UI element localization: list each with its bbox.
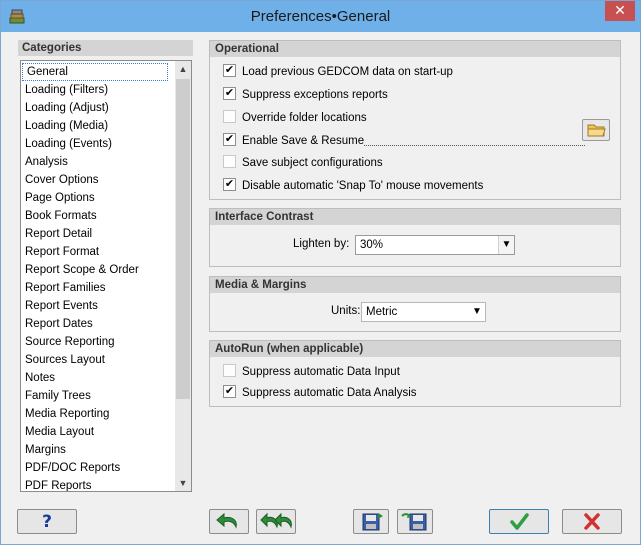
help-icon: ? <box>42 512 52 532</box>
lighten-by-label: Lighten by: <box>293 238 350 250</box>
category-item[interactable]: Page Options <box>21 189 176 207</box>
option-save-subject-config[interactable]: Save subject configurations <box>223 155 383 173</box>
browse-folder-button[interactable] <box>582 119 610 141</box>
media-margins-group: Media & Margins Units: Metric ▼ <box>209 276 621 332</box>
option-disable-snap-to[interactable]: ✔ Disable automatic 'Snap To' mouse movem… <box>223 178 483 196</box>
operational-header: Operational <box>210 41 620 57</box>
units-label: Units: <box>331 305 361 317</box>
units-select[interactable]: Metric ▼ <box>361 302 486 322</box>
categories-panel: Categories General Loading (Filters) Loa… <box>18 40 193 495</box>
option-suppress-data-input[interactable]: Suppress automatic Data Input <box>223 364 400 382</box>
category-item[interactable]: Report Dates <box>21 315 176 333</box>
undo-arrow-icon <box>216 512 237 529</box>
autorun-header: AutoRun (when applicable) <box>210 341 620 357</box>
checkbox-unchecked[interactable] <box>223 110 236 124</box>
categories-scrollbar[interactable]: ▲ ▼ <box>175 61 191 491</box>
dotted-leader <box>364 136 586 146</box>
category-item-general[interactable]: General <box>22 63 168 81</box>
chevron-down-icon[interactable]: ▼ <box>498 236 514 254</box>
cancel-button[interactable] <box>562 509 622 534</box>
undo-button[interactable] <box>209 509 249 534</box>
category-item[interactable]: Loading (Media) <box>21 117 176 135</box>
checkbox-checked[interactable]: ✔ <box>223 64 236 78</box>
category-item[interactable]: Margins <box>21 441 176 459</box>
category-item[interactable]: Loading (Filters) <box>21 81 176 99</box>
category-item[interactable]: Report Families <box>21 279 176 297</box>
checkbox-unchecked[interactable] <box>223 155 236 169</box>
units-value: Metric <box>366 306 398 318</box>
interface-contrast-group: Interface Contrast Lighten by: 30% ▼ <box>209 208 621 267</box>
category-item[interactable]: Book Formats <box>21 207 176 225</box>
lighten-by-value: 30% <box>360 239 384 251</box>
floppy-save-icon <box>362 513 383 531</box>
category-item[interactable]: Analysis <box>21 153 176 171</box>
category-item[interactable]: Report Detail <box>21 225 176 243</box>
category-item[interactable]: Cover Options <box>21 171 176 189</box>
ok-button[interactable] <box>489 509 549 534</box>
scroll-thumb[interactable] <box>176 79 190 399</box>
option-override-folders[interactable]: Override folder locations <box>223 110 367 128</box>
lighten-by-select[interactable]: 30% ▼ <box>355 235 515 255</box>
category-item[interactable]: Family Trees <box>21 387 176 405</box>
checkbox-checked[interactable]: ✔ <box>223 87 236 101</box>
checkbox-unchecked[interactable] <box>223 364 236 378</box>
preferences-window: Preferences•General ✕ Categories General… <box>0 0 641 545</box>
save-settings-button[interactable] <box>353 509 389 534</box>
option-suppress-exceptions[interactable]: ✔ Suppress exceptions reports <box>223 87 388 105</box>
chevron-down-icon[interactable]: ▼ <box>469 303 485 321</box>
window-title: Preferences•General <box>250 8 391 25</box>
checkbox-checked[interactable]: ✔ <box>223 385 236 399</box>
category-item[interactable]: PDF Reports <box>21 477 176 491</box>
help-button[interactable]: ? <box>17 509 77 534</box>
undo-all-button[interactable] <box>256 509 296 534</box>
option-load-gedcom[interactable]: ✔ Load previous GEDCOM data on start-up <box>223 64 453 82</box>
category-item[interactable]: PDF/DOC Reports <box>21 459 176 477</box>
interface-contrast-header: Interface Contrast <box>210 209 620 225</box>
folder-icon <box>587 124 606 137</box>
category-item[interactable]: Report Format <box>21 243 176 261</box>
category-item[interactable]: Media Reporting <box>21 405 176 423</box>
title-bar[interactable]: Preferences•General ✕ <box>1 1 640 32</box>
load-settings-button[interactable] <box>397 509 433 534</box>
checkbox-checked[interactable]: ✔ <box>223 178 236 192</box>
autorun-group: AutoRun (when applicable) Suppress autom… <box>209 340 621 407</box>
red-x-icon <box>584 513 600 530</box>
categories-header: Categories <box>18 40 193 56</box>
category-item[interactable]: Source Reporting <box>21 333 176 351</box>
category-item[interactable]: Notes <box>21 369 176 387</box>
operational-group: Operational ✔ Load previous GEDCOM data o… <box>209 40 621 200</box>
scroll-down-icon[interactable]: ▼ <box>175 475 191 491</box>
checkbox-checked[interactable]: ✔ <box>223 133 236 147</box>
media-margins-header: Media & Margins <box>210 277 620 293</box>
option-save-resume[interactable]: ✔ Enable Save & Resume <box>223 133 586 151</box>
category-item[interactable]: Loading (Adjust) <box>21 99 176 117</box>
undo-all-arrows-icon <box>260 512 292 529</box>
category-item[interactable]: Report Scope & Order <box>21 261 176 279</box>
close-button[interactable]: ✕ <box>605 1 635 21</box>
category-item[interactable]: Sources Layout <box>21 351 176 369</box>
category-item[interactable]: Media Layout <box>21 423 176 441</box>
checkmark-icon <box>510 513 529 530</box>
category-item[interactable]: Loading (Events) <box>21 135 176 153</box>
option-suppress-data-analysis[interactable]: ✔ Suppress automatic Data Analysis <box>223 385 417 403</box>
category-item[interactable]: Report Events <box>21 297 176 315</box>
scroll-up-icon[interactable]: ▲ <box>175 61 191 77</box>
categories-list[interactable]: General Loading (Filters) Loading (Adjus… <box>20 60 192 492</box>
floppy-load-icon <box>401 513 427 531</box>
